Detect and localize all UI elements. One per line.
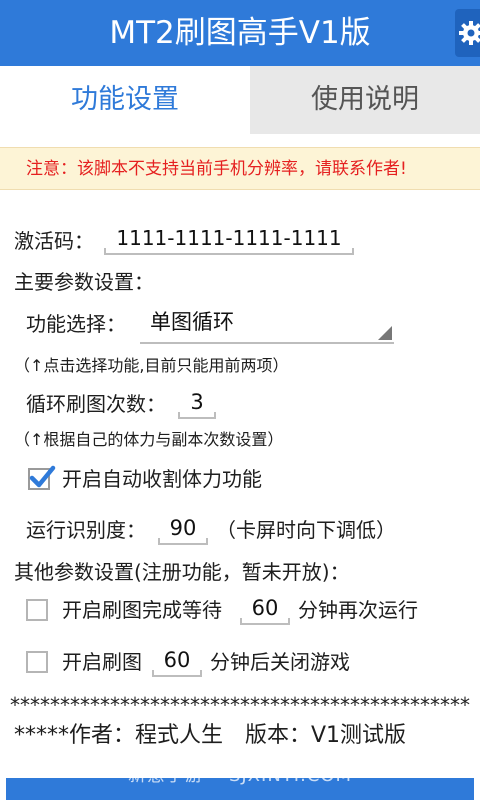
author-version-footer: *****作者：程式人生 版本：V1测试版 [14, 723, 407, 748]
loop-count-label: 循环刷图次数： [26, 392, 166, 416]
tab-instructions[interactable]: 使用说明 [250, 66, 480, 134]
recognition-note: （卡屏时向下调低） [216, 518, 396, 542]
auto-harvest-checkbox[interactable] [28, 465, 56, 490]
function-select-hint: （↑点击选择功能,目前只能用前两项） [14, 356, 289, 375]
close-option-label-prefix[interactable]: 开启刷图 [62, 648, 142, 676]
wait-minutes-input[interactable]: 60 [240, 593, 290, 625]
warning-banner: 注意：该脚本不支持当前手机分辨率，请联系作者! [0, 147, 480, 190]
tab-function-settings[interactable]: 功能设置 [0, 66, 250, 134]
settings-button[interactable] [455, 9, 480, 57]
loop-count-hint: （↑根据自己的体力与副本次数设置） [14, 430, 284, 449]
recognition-input[interactable]: 90 [158, 513, 208, 545]
close-option-label-suffix: 分钟后关闭游戏 [210, 650, 350, 674]
wait-option-checkbox[interactable] [26, 599, 48, 621]
main-settings-heading: 主要参数设置： [14, 270, 154, 294]
watermark: 新意手游 • SJXINYI.COM [127, 765, 353, 786]
function-select-dropdown[interactable]: 单图循环 [140, 306, 394, 344]
function-select-label: 功能选择： [26, 312, 126, 336]
app-title: MT2刷图高手V1版 [109, 15, 371, 51]
close-option-checkbox[interactable] [26, 651, 48, 673]
wait-option-label-prefix[interactable]: 开启刷图完成等待 [62, 596, 222, 624]
close-minutes-input[interactable]: 60 [152, 645, 202, 677]
function-select-value: 单图循环 [150, 310, 234, 334]
wait-option-label-suffix: 分钟再次运行 [298, 598, 418, 622]
separator-stars: ****************************************… [10, 693, 470, 717]
other-settings-heading: 其他参数设置(注册功能，暂未开放)： [14, 560, 350, 584]
activation-code-input[interactable]: 1111-1111-1111-1111 [104, 223, 354, 255]
dropdown-triangle-icon [378, 326, 392, 340]
gear-icon [459, 21, 480, 45]
auto-harvest-label[interactable]: 开启自动收割体力功能 [62, 465, 262, 493]
activation-code-label: 激活码： [14, 229, 94, 253]
tab-bar: 功能设置 使用说明 [0, 66, 480, 134]
title-bar: MT2刷图高手V1版 [0, 0, 480, 66]
loop-count-input[interactable]: 3 [178, 387, 216, 419]
checkmark-icon [29, 465, 56, 488]
recognition-label: 运行识别度： [26, 518, 146, 542]
